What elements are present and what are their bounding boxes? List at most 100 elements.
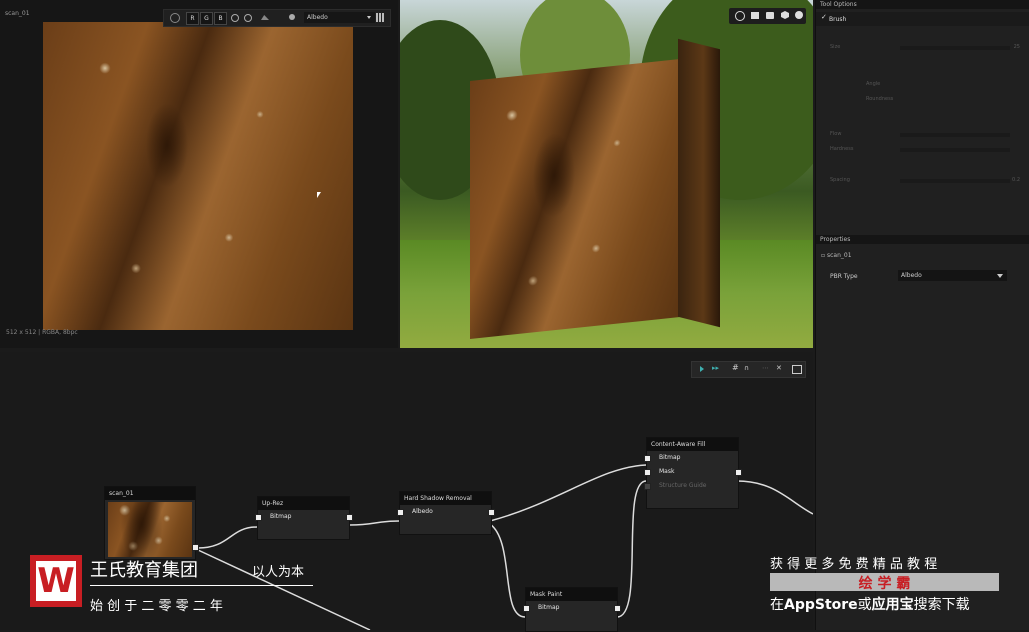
hardness-label: Hardness <box>830 146 854 152</box>
mouse-cursor-icon <box>317 192 321 198</box>
port-label: Bitmap <box>270 513 292 520</box>
angle-row: Angle <box>866 81 1029 89</box>
port-row: Bitmap <box>644 451 738 465</box>
input-port[interactable] <box>255 514 262 521</box>
company-motto: 以人为本 <box>252 565 305 580</box>
pbr-type-label: PBR Type <box>830 273 858 280</box>
node-title: Content-Aware Fill <box>647 438 738 451</box>
node-graph[interactable]: scan_01 Up-Rez Bitmap Hard Shadow Remova… <box>0 352 813 632</box>
output-port[interactable] <box>488 509 495 516</box>
viewport-2d[interactable]: scan_01 512 x 512 | RGBA, 8bpc R G B Alb… <box>0 0 398 348</box>
input-port[interactable] <box>644 483 651 490</box>
grid-view-icon[interactable] <box>376 13 385 22</box>
port-label: Albedo <box>412 508 433 515</box>
size-label: Size <box>830 44 841 50</box>
roundness-label: Roundness <box>866 96 894 102</box>
port-row: Bitmap <box>255 510 353 524</box>
store-or: 或 <box>857 597 872 613</box>
spacing-track[interactable] <box>900 179 1010 183</box>
channel-r-button[interactable]: R <box>186 12 199 25</box>
properties-item-name: scan_01 <box>826 252 852 259</box>
node-mask-paint[interactable]: Mask Paint Bitmap <box>523 587 621 632</box>
image-icon[interactable] <box>751 12 759 19</box>
logo-letter: W <box>36 561 76 601</box>
port-label: Bitmap <box>659 454 681 461</box>
app-name-banner: 绘 学 霸 <box>770 573 999 592</box>
store-line: 在AppStore或应用宝搜索下载 <box>770 594 970 614</box>
magnet-icon[interactable]: ∩ <box>744 364 749 372</box>
input-port[interactable] <box>644 455 651 462</box>
pbr-type-select[interactable]: Albedo <box>898 270 1007 281</box>
viewport-3d-toolbar <box>729 8 806 24</box>
brush-label: Brush <box>829 16 847 23</box>
flow-slider[interactable]: Flow <box>830 131 1020 139</box>
tool-options-header: Tool Options <box>816 0 1029 9</box>
check-icon: ✓ <box>821 13 827 21</box>
viewport-title: scan_01 <box>5 10 30 17</box>
output-port[interactable] <box>346 514 353 521</box>
input-port[interactable] <box>397 509 404 516</box>
output-port[interactable] <box>614 605 621 612</box>
flow-track[interactable] <box>900 133 1010 137</box>
hardness-track[interactable] <box>900 148 1010 152</box>
viewport-2d-toolbar: R G B Albedo <box>163 9 391 27</box>
company-name: 王氏教育集团 <box>90 560 198 581</box>
node-hard-shadow-removal[interactable]: Hard Shadow Removal Albedo <box>397 491 495 535</box>
roundness-row: Roundness <box>866 96 1029 104</box>
viewport-3d[interactable] <box>400 0 813 348</box>
properties-header: Properties <box>816 235 1029 244</box>
node-title: Up-Rez <box>258 497 349 510</box>
settings-icon[interactable] <box>244 14 252 22</box>
store-alt: 应用宝 <box>871 597 914 613</box>
texture-preview-2d[interactable] <box>43 22 353 330</box>
chevron-down-icon <box>367 16 371 19</box>
expand-icon[interactable]: ⋯ <box>762 364 769 372</box>
port-row: Albedo <box>397 505 495 519</box>
node-title: Hard Shadow Removal <box>400 492 491 505</box>
sphere-icon[interactable] <box>795 11 803 19</box>
histogram-icon[interactable] <box>261 15 269 20</box>
node-title: Mask Paint <box>526 588 617 601</box>
node-up-rez[interactable]: Up-Rez Bitmap <box>255 496 353 540</box>
spacing-slider[interactable]: Spacing 0.2 <box>830 177 1020 185</box>
port-row: Structure Guide <box>644 479 738 493</box>
grid-snap-icon[interactable]: # <box>732 363 739 372</box>
alpha-icon[interactable] <box>231 14 239 22</box>
fit-view-icon[interactable]: ✕ <box>776 364 782 372</box>
preview-cube-side <box>678 38 720 328</box>
port-row: Mask <box>644 465 742 479</box>
divider <box>90 585 313 586</box>
channel-select[interactable]: Albedo <box>304 12 375 23</box>
size-value: 25 <box>1013 44 1020 50</box>
angle-label: Angle <box>866 81 881 87</box>
channel-select-value: Albedo <box>307 14 328 21</box>
channel-mix-icon[interactable] <box>170 13 180 23</box>
size-track[interactable] <box>900 46 1010 50</box>
brush-row[interactable]: ✓ Brush <box>816 12 1029 26</box>
port-label: Mask <box>659 468 675 475</box>
fast-forward-icon[interactable]: ▸▸ <box>712 364 719 372</box>
window-icon[interactable] <box>792 365 802 374</box>
properties-item: ▫ scan_01 <box>821 252 852 259</box>
camera-icon[interactable] <box>766 12 774 19</box>
node-content-aware-fill[interactable]: Content-Aware Fill Bitmap Mask Structure… <box>644 437 742 509</box>
graph-toolbar: ▸▸ # ∩ ⋯ ✕ <box>691 361 806 378</box>
since-text: 始 创 于 二 零 零 二 年 <box>90 599 223 614</box>
input-port[interactable] <box>523 605 530 612</box>
output-port[interactable] <box>192 544 199 551</box>
hardness-slider[interactable]: Hardness <box>830 146 1020 154</box>
input-port[interactable] <box>644 469 651 476</box>
info-icon[interactable] <box>289 14 295 20</box>
port-label: Bitmap <box>538 604 560 611</box>
node-scan[interactable]: scan_01 <box>104 486 199 560</box>
node-thumbnail <box>108 502 192 557</box>
pbr-type-value: Albedo <box>901 272 922 279</box>
cube-icon[interactable] <box>781 11 789 19</box>
channel-g-button[interactable]: G <box>200 12 213 25</box>
size-slider[interactable]: Size 25 <box>830 44 1020 52</box>
play-icon[interactable] <box>700 366 704 372</box>
globe-icon[interactable] <box>735 11 745 21</box>
output-port[interactable] <box>735 469 742 476</box>
flow-label: Flow <box>830 131 842 137</box>
channel-b-button[interactable]: B <box>214 12 227 25</box>
